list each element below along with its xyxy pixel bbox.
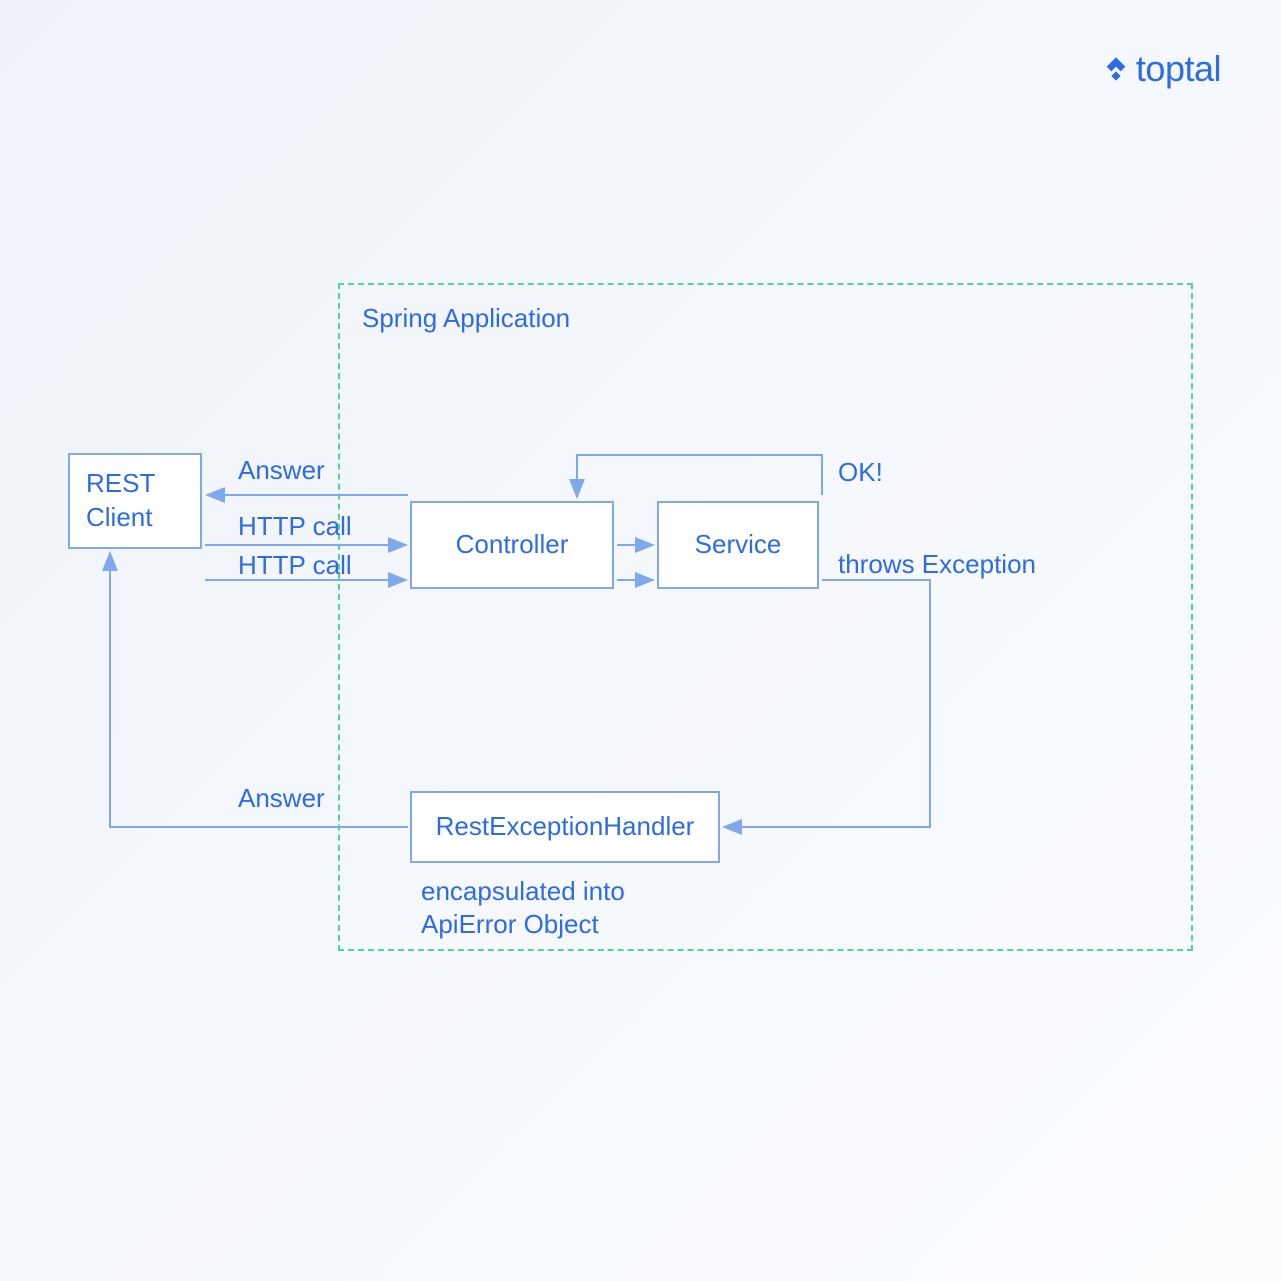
encapsulated-label-line1: encapsulated into <box>421 876 625 907</box>
service-box: Service <box>657 501 819 589</box>
encapsulated-label-line2: ApiError Object <box>421 909 599 940</box>
service-text: Service <box>695 528 782 562</box>
spring-application-label: Spring Application <box>362 303 570 334</box>
edge-label-http-call-1: HTTP call <box>238 511 352 542</box>
edge-label-throws-exception: throws Exception <box>838 549 1036 580</box>
controller-text: Controller <box>456 528 569 562</box>
rest-client-box: REST Client <box>68 453 202 549</box>
edge-label-http-call-2: HTTP call <box>238 550 352 581</box>
edge-label-answer-bottom: Answer <box>238 783 325 814</box>
edge-label-answer-top: Answer <box>238 455 325 486</box>
controller-box: Controller <box>410 501 614 589</box>
edge-label-ok: OK! <box>838 457 883 488</box>
handler-text: RestExceptionHandler <box>436 810 695 844</box>
architecture-diagram: Spring Application REST Client Controlle… <box>0 0 1281 1281</box>
rest-client-text: REST Client <box>86 467 184 535</box>
rest-exception-handler-box: RestExceptionHandler <box>410 791 720 863</box>
